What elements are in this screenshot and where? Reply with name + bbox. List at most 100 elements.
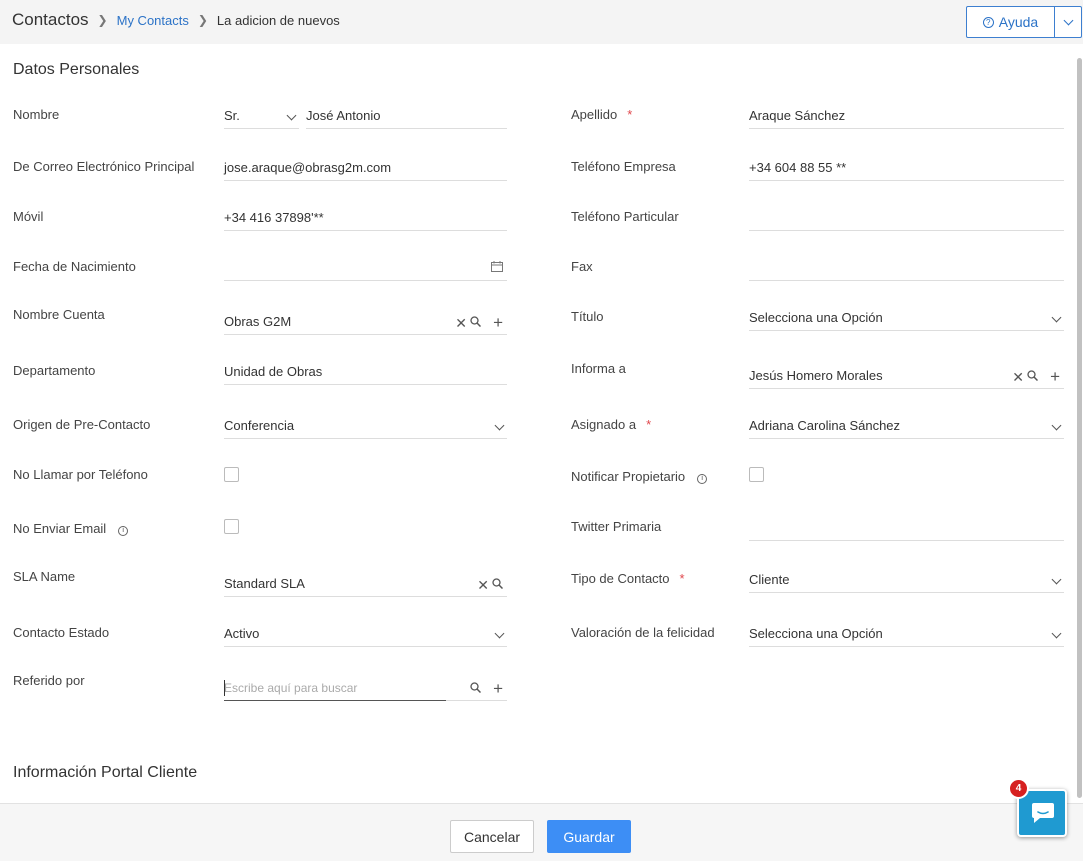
label-referido: Referido por [13, 673, 85, 688]
work-phone-value: +34 604 88 55 ** [749, 160, 847, 175]
clear-icon[interactable]: ✕ [455, 316, 467, 330]
breadcrumb-root[interactable]: Contactos [12, 10, 89, 30]
chevron-down-icon [494, 628, 505, 639]
sla-input[interactable]: Standard SLA ✕ [224, 571, 507, 597]
chevron-down-icon [1051, 628, 1062, 639]
label-tel-empresa: Teléfono Empresa [571, 159, 676, 174]
happiness-value: Selecciona una Opción [749, 626, 883, 641]
first-name-input[interactable]: José Antonio [306, 103, 507, 129]
chevron-down-icon [1051, 420, 1062, 431]
title-select[interactable]: Selecciona una Opción [749, 305, 1064, 331]
top-bar: Contactos ❯ My Contacts ❯ La adicion de … [0, 0, 1083, 44]
chat-bubble-icon [1032, 803, 1054, 823]
add-icon[interactable]: + [493, 680, 503, 697]
assigned-to-select[interactable]: Adriana Carolina Sánchez [749, 413, 1064, 439]
label-departamento: Departamento [13, 363, 96, 378]
add-icon[interactable]: + [493, 314, 503, 331]
help-icon: ? [982, 16, 994, 28]
required-marker: * [627, 107, 633, 122]
chevron-down-icon [1051, 574, 1062, 585]
home-phone-input[interactable] [749, 205, 1064, 231]
chevron-right-icon: ❯ [197, 13, 208, 27]
help-button-group: ? Ayuda [966, 6, 1082, 38]
status-select[interactable]: Activo [224, 621, 507, 647]
salutation-value: Sr. [224, 108, 240, 123]
label-apellido: Apellido * [571, 107, 633, 122]
search-icon[interactable] [492, 578, 503, 589]
label-informa-a: Informa a [571, 361, 626, 376]
clear-icon[interactable]: ✕ [1012, 370, 1024, 384]
calendar-icon[interactable] [491, 261, 503, 272]
search-icon[interactable] [470, 316, 481, 327]
form-footer: Cancelar Guardar [0, 803, 1083, 861]
mobile-input[interactable]: +34 416 37898'** [224, 205, 507, 231]
label-notificar: Notificar Propietario i [571, 469, 708, 484]
first-name-value: José Antonio [306, 108, 381, 123]
happiness-select[interactable]: Selecciona una Opción [749, 621, 1064, 647]
required-marker: * [646, 417, 652, 432]
last-name-input[interactable]: Araque Sánchez [749, 103, 1064, 129]
reports-to-input[interactable]: Jesús Homero Morales ✕ + [749, 363, 1064, 389]
fax-input[interactable] [749, 255, 1064, 281]
required-marker: * [679, 571, 685, 586]
referred-by-input[interactable]: Escribe aquí para buscar + [224, 675, 507, 701]
label-origen: Origen de Pre-Contacto [13, 417, 151, 432]
label-tipo-contacto: Tipo de Contacto * [571, 571, 685, 586]
contact-type-select[interactable]: Cliente [749, 567, 1064, 593]
label-estado: Contacto Estado [13, 625, 110, 640]
breadcrumb-link[interactable]: My Contacts [117, 13, 189, 28]
reports-to-value: Jesús Homero Morales [749, 368, 883, 383]
referred-by-placeholder: Escribe aquí para buscar [224, 681, 358, 695]
title-value: Selecciona una Opción [749, 310, 883, 325]
mobile-value: +34 416 37898'** [224, 210, 324, 225]
scrollbar[interactable] [1077, 58, 1082, 798]
label-sla: SLA Name [13, 569, 76, 584]
label-tel-particular: Teléfono Particular [571, 209, 679, 224]
email-input[interactable]: jose.araque@obrasg2m.com [224, 155, 507, 181]
label-fecha-nacimiento: Fecha de Nacimiento [13, 259, 136, 274]
chevron-down-icon [1051, 312, 1062, 323]
section-title-personal: Datos Personales [13, 61, 140, 78]
lead-source-select[interactable]: Conferencia [224, 413, 507, 439]
label-twitter: Twitter Primaria [571, 519, 662, 534]
label-no-email: No Enviar Email i [13, 521, 129, 536]
label-felicidad: Valoración de la felicidad [571, 625, 715, 640]
help-dropdown-button[interactable] [1055, 7, 1081, 37]
department-value: Unidad de Obras [224, 364, 323, 379]
label-email: De Correo Electrónico Principal [13, 159, 195, 174]
label-nombre-cuenta: Nombre Cuenta [13, 307, 105, 322]
clear-icon[interactable]: ✕ [477, 578, 489, 592]
info-icon[interactable]: i [118, 526, 129, 536]
birthdate-input[interactable] [224, 255, 507, 281]
label-no-llamar: No Llamar por Teléfono [13, 467, 148, 482]
help-button[interactable]: ? Ayuda [967, 7, 1055, 37]
work-phone-input[interactable]: +34 604 88 55 ** [749, 155, 1064, 181]
assigned-to-value: Adriana Carolina Sánchez [749, 418, 901, 433]
search-icon[interactable] [1027, 370, 1038, 381]
account-name-input[interactable]: Obras G2M ✕ + [224, 309, 507, 335]
status-value: Activo [224, 626, 260, 641]
cancel-button[interactable]: Cancelar [450, 820, 534, 853]
help-button-label: Ayuda [998, 14, 1039, 30]
info-icon[interactable]: i [697, 474, 708, 484]
search-icon[interactable] [470, 682, 481, 693]
chevron-down-icon [286, 110, 297, 121]
label-titulo: Título [571, 309, 604, 324]
contact-type-value: Cliente [749, 572, 790, 587]
twitter-input[interactable] [749, 515, 1064, 541]
chevron-down-icon [494, 420, 505, 431]
notification-badge: 4 [1008, 778, 1029, 799]
notify-owner-checkbox[interactable] [749, 467, 764, 482]
section-title-portal: Información Portal Cliente [13, 764, 198, 781]
salutation-select[interactable]: Sr. [224, 103, 299, 129]
account-name-value: Obras G2M [224, 314, 292, 329]
breadcrumb-current: La adicion de nuevos [216, 12, 340, 28]
department-input[interactable]: Unidad de Obras [224, 359, 507, 385]
add-icon[interactable]: + [1050, 368, 1060, 385]
do-not-call-checkbox[interactable] [224, 467, 239, 482]
save-button[interactable]: Guardar [547, 820, 631, 853]
label-nombre: Nombre [13, 107, 60, 122]
email-opt-out-checkbox[interactable] [224, 519, 239, 534]
lead-source-value: Conferencia [224, 418, 295, 433]
email-value: jose.araque@obrasg2m.com [224, 160, 392, 175]
